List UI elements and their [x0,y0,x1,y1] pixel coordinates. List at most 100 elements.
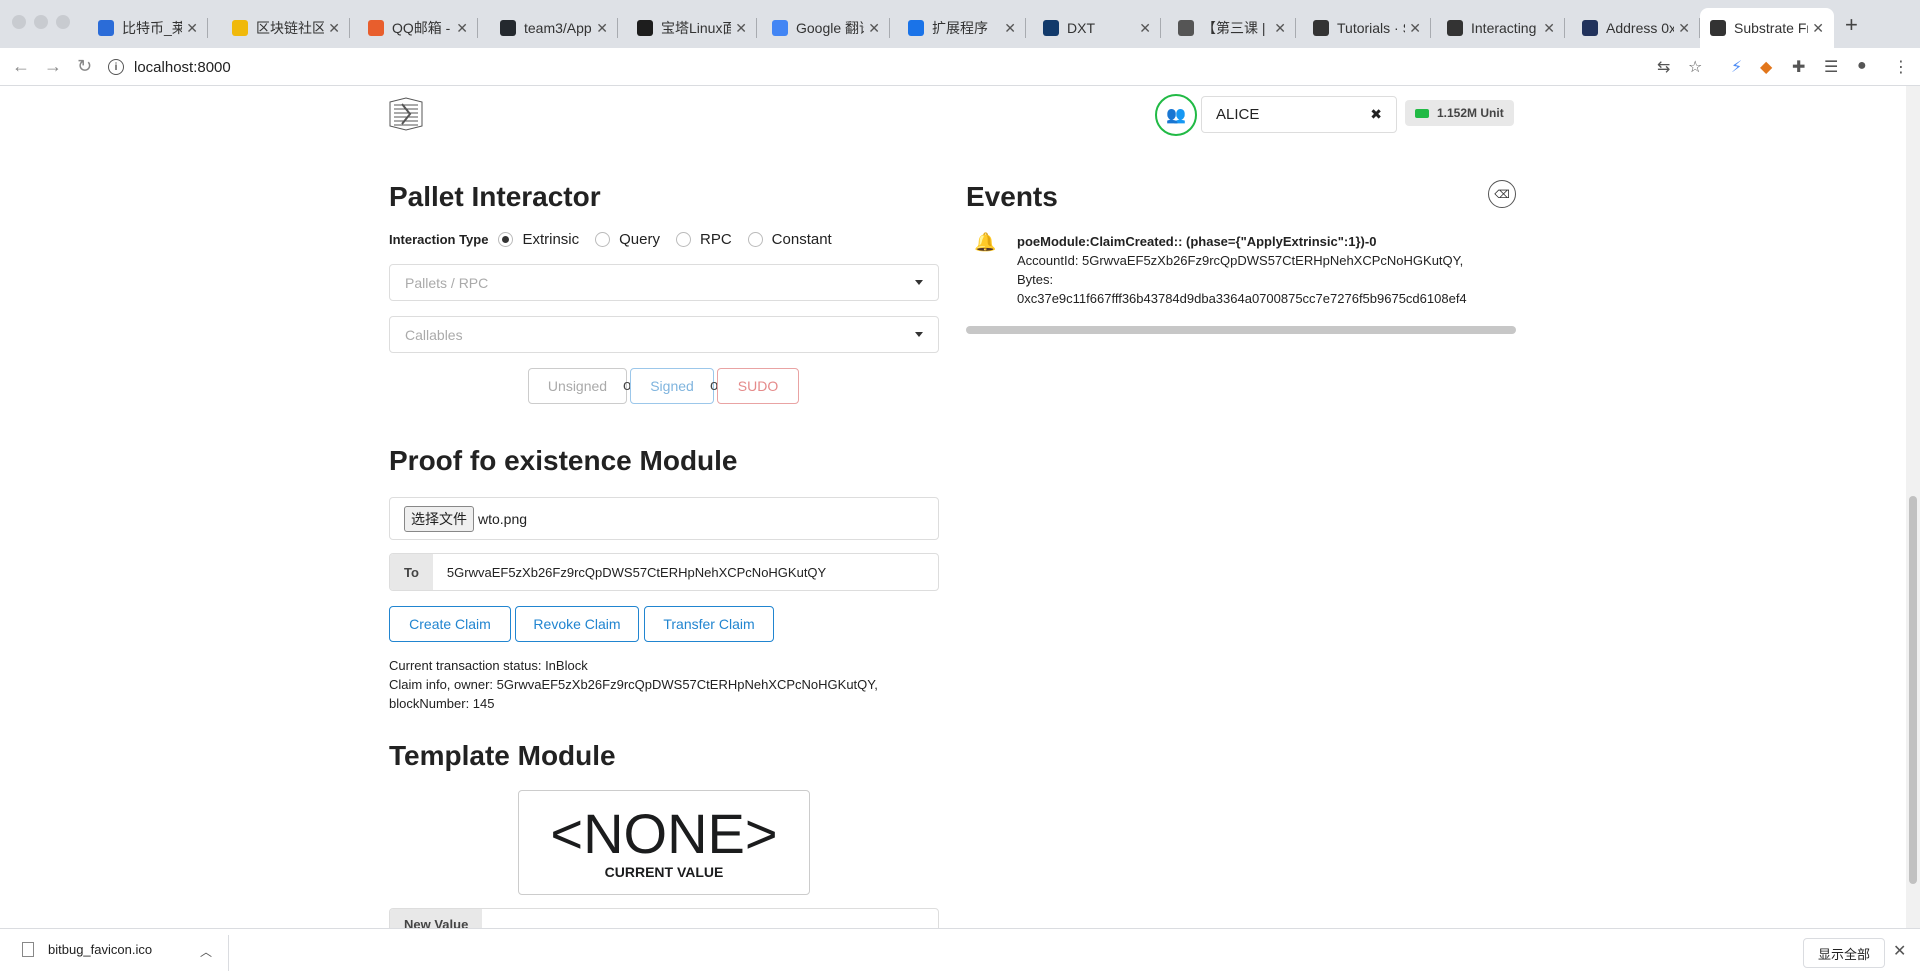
interaction-type-radio[interactable]: Query [595,231,660,248]
browser-tab[interactable]: Interacting w✕ [1437,8,1565,48]
reload-icon[interactable]: ↻ [77,56,92,77]
accounts-icon[interactable]: 👥 [1155,94,1197,136]
translate-icon[interactable]: ⇆ [1657,57,1670,77]
page-vertical-scrollbar[interactable] [1906,86,1920,928]
tab-close-icon[interactable]: ✕ [1274,20,1286,37]
tab-favicon-icon [772,20,788,36]
tab-title: Substrate Fr [1734,20,1809,36]
create-claim-button[interactable]: Create Claim [389,606,511,642]
browser-tab[interactable]: 扩展程序 ✕ [898,8,1026,48]
tab-close-icon[interactable]: ✕ [1139,20,1151,37]
revoke-claim-button[interactable]: Revoke Claim [515,606,639,642]
interaction-type-radio[interactable]: RPC [676,231,732,248]
browser-menu-icon[interactable]: ⋮ [1893,57,1909,77]
tab-close-icon[interactable]: ✕ [1409,20,1421,37]
show-all-button[interactable]: 显示全部 [1803,938,1886,968]
tab-favicon-icon [1447,20,1463,36]
tab-separator [617,18,618,38]
bookmark-star-icon[interactable]: ☆ [1688,57,1702,77]
to-address-value[interactable]: 5GrwvaEF5zXb26Fz9rcQpDWS57CtERHpNehXCPcN… [433,565,826,580]
radio-dot-icon[interactable] [676,232,691,247]
tab-title: 【第三课 | 3 [1202,20,1271,36]
choose-file-button[interactable]: 选择文件 [404,505,474,532]
tab-title: 比特币_莱特币 [122,20,183,36]
tab-favicon-icon [368,20,384,36]
tab-favicon-icon [1582,20,1598,36]
events-horizontal-scrollbar[interactable] [966,326,1516,334]
extensions-puzzle-icon[interactable]: ✚ [1792,57,1805,77]
radio-dot-icon[interactable] [498,232,514,247]
browser-tab[interactable]: 区块链社区 -✕ [222,8,350,48]
sudo-button[interactable]: SUDO [717,368,799,404]
download-item[interactable]: bitbug_favicon.ico [22,942,152,957]
browser-tab[interactable]: QQ邮箱 - 收✕ [358,8,478,48]
tab-close-icon[interactable]: ✕ [1004,20,1016,37]
tab-close-icon[interactable]: ✕ [1678,20,1690,37]
lightning-extension-icon[interactable]: ⚡ [1731,57,1742,77]
dropdown-caret-icon [915,332,923,337]
account-selector[interactable]: ALICE ✖ [1201,96,1397,133]
tab-close-icon[interactable]: ✕ [328,20,340,37]
browser-tab[interactable]: Address 0xe✕ [1572,8,1700,48]
browser-tab[interactable]: Tutorials · S ✕ [1303,8,1431,48]
status-line: Current transaction status: InBlock [389,658,588,673]
tab-close-icon[interactable]: ✕ [596,20,608,37]
window-minimize-button[interactable] [34,15,48,29]
tab-close-icon[interactable]: ✕ [186,20,198,37]
site-info-icon[interactable]: i [108,59,124,75]
back-icon[interactable]: ← [12,56,30,77]
browser-tab[interactable]: team3/App.j ✕ [490,8,618,48]
events-title: Events [966,181,1058,212]
tab-close-icon[interactable]: ✕ [735,20,747,37]
tab-close-icon[interactable]: ✕ [1543,20,1555,37]
file-name: wto.png [478,510,528,527]
clear-account-icon[interactable]: ✖ [1370,106,1382,123]
forward-icon[interactable]: → [44,56,62,77]
tab-close-icon[interactable]: ✕ [868,20,880,37]
browser-tab[interactable]: 【第三课 | 3 ✕ [1168,8,1296,48]
pallets-dropdown[interactable]: Pallets / RPC [389,264,939,301]
reading-list-icon[interactable]: ☰ [1824,57,1838,77]
tab-favicon-icon [1710,20,1726,36]
radio-dot-icon[interactable] [747,232,763,247]
interaction-type-radio[interactable]: Extrinsic [498,231,579,248]
block-number-line: blockNumber: 145 [389,696,495,711]
close-icon[interactable]: ✕ [1893,941,1906,961]
browser-tab[interactable]: Google 翻译✕ [762,8,890,48]
dropdown-caret-icon [915,280,923,285]
metamask-fox-icon[interactable]: ◆ [1760,57,1772,77]
unsigned-button[interactable]: Unsigned [528,368,627,404]
browser-tab[interactable]: DXT ✕ [1033,8,1161,48]
signed-button[interactable]: Signed [630,368,714,404]
account-name: ALICE [1216,106,1260,123]
profile-avatar-icon[interactable]: ● [1857,57,1867,75]
chevron-up-icon[interactable]: ︿ [200,943,212,960]
clear-events-button[interactable]: ⌫ [1488,180,1516,208]
download-shelf: bitbug_favicon.ico ︿ 显示全部 ✕ [0,928,1920,977]
tab-close-icon[interactable]: ✕ [456,20,468,37]
transfer-claim-button[interactable]: Transfer Claim [644,606,774,642]
window-zoom-button[interactable] [56,15,70,29]
tab-separator [1564,18,1565,38]
window-close-button[interactable] [12,15,26,29]
balance-badge: 1.152M Unit [1405,100,1514,126]
file-input[interactable]: 选择文件 wto.png [389,497,939,540]
radio-label: RPC [700,231,732,248]
radio-label: Query [619,231,660,248]
pallets-placeholder: Pallets / RPC [405,274,489,291]
address-bar[interactable]: i localhost:8000 [108,53,1666,81]
tab-separator [889,18,890,38]
tab-separator [1025,18,1026,38]
scrollbar-thumb[interactable] [1909,496,1917,884]
interaction-type-radio[interactable]: Constant [747,231,832,248]
new-tab-button[interactable]: + [1845,12,1858,38]
browser-tab[interactable]: 宝塔Linux面 ✕ [627,8,757,48]
tab-close-icon[interactable]: ✕ [1812,20,1824,37]
tab-title: 扩展程序 [932,20,988,36]
browser-tab[interactable]: Substrate Fr ✕ [1700,8,1834,48]
callables-dropdown[interactable]: Callables [389,316,939,353]
browser-tab[interactable]: 比特币_莱特币✕ [88,8,208,48]
radio-dot-icon[interactable] [595,232,611,247]
new-value-field[interactable]: New Value [389,908,939,928]
to-address-field[interactable]: To 5GrwvaEF5zXb26Fz9rcQpDWS57CtERHpNehXC… [389,553,939,591]
